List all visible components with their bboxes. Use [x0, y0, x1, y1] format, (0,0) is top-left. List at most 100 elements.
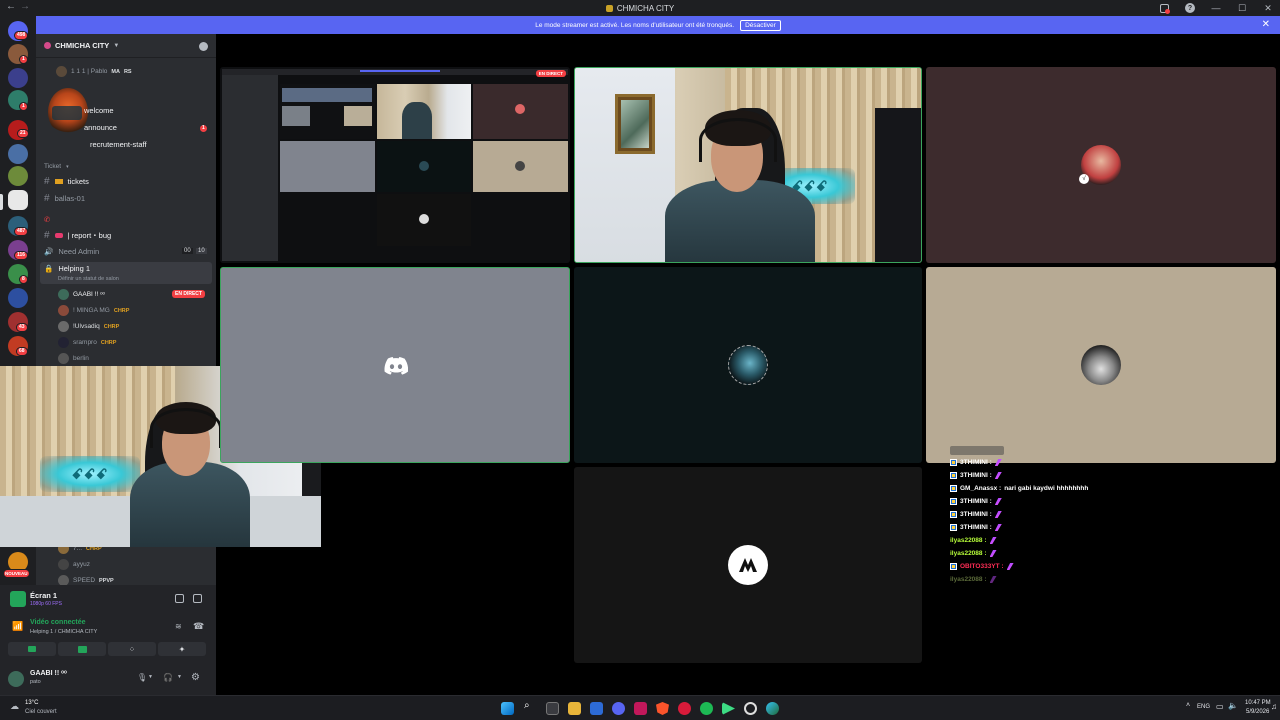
maximize-button[interactable]: ☐: [1236, 2, 1248, 14]
obs-icon[interactable]: [744, 702, 757, 715]
close-icon[interactable]: ✕: [1262, 19, 1270, 30]
discord-logo-icon: [384, 357, 408, 375]
store-icon[interactable]: [590, 702, 603, 715]
network-icon[interactable]: ▭: [1216, 702, 1224, 711]
add-user-icon[interactable]: [199, 42, 208, 51]
voice-user[interactable]: GAABI !! ᵒᵒ: [58, 289, 105, 300]
channel-welcome[interactable]: welcome: [84, 106, 114, 115]
discord-logo-tile[interactable]: [220, 267, 570, 463]
avatar: [58, 337, 69, 348]
opera-icon[interactable]: [678, 702, 691, 715]
voice-user[interactable]: !Ulvsadiq CHRP: [58, 321, 119, 332]
channel-report-bug[interactable]: # | report・bug: [44, 230, 111, 241]
server-icon[interactable]: [8, 144, 28, 164]
avatar-tile[interactable]: [574, 267, 922, 463]
play-icon[interactable]: [722, 702, 735, 715]
voice-user[interactable]: ayyuz: [58, 559, 90, 570]
back-arrow-icon[interactable]: ←: [6, 1, 16, 12]
chat-line: 3THIMINI :: [950, 498, 1002, 505]
close-window-button[interactable]: ✕: [1262, 2, 1274, 14]
search-icon[interactable]: ⌕: [524, 700, 537, 713]
clock-date[interactable]: 5/9/2026: [1246, 709, 1269, 715]
chat-line: ilyas22088 :: [950, 537, 997, 544]
channel-announce[interactable]: announce: [84, 123, 117, 132]
clock-time[interactable]: 10:47 PM: [1245, 700, 1271, 706]
server-badge: 1: [19, 55, 28, 64]
stop-stream-icon[interactable]: [193, 594, 202, 603]
screen-share-button[interactable]: [58, 642, 106, 656]
soundboard-button[interactable]: ✦: [158, 642, 206, 656]
folder-icon: [54, 179, 63, 184]
server-badge: 43: [16, 323, 28, 332]
task-view-icon[interactable]: [546, 702, 559, 715]
help-icon[interactable]: ?: [1184, 2, 1196, 14]
forward-arrow-icon[interactable]: →: [20, 1, 30, 12]
disconnect-icon[interactable]: ☎: [193, 621, 204, 632]
server-badge: 1: [19, 102, 28, 111]
channel-tickets[interactable]: # tickets: [44, 176, 89, 187]
chevron-down-icon[interactable]: ▼: [148, 674, 153, 680]
discord-icon[interactable]: [612, 702, 625, 715]
avatar-tile[interactable]: √: [926, 67, 1276, 263]
avatar[interactable]: [8, 671, 24, 687]
channel-status[interactable]: Définir un statut de salon: [58, 276, 119, 282]
disable-streamer-mode-button[interactable]: Désactiver: [740, 19, 781, 31]
chevron-down-icon[interactable]: ▼: [177, 674, 182, 680]
headphones-icon[interactable]: 🎧: [163, 673, 173, 682]
voice-user[interactable]: ! MINGA MG CHRP: [58, 305, 129, 316]
microphone-icon[interactable]: 🎙: [137, 673, 147, 682]
stream-settings-icon[interactable]: [175, 594, 184, 603]
person: [665, 108, 815, 262]
spotify-icon[interactable]: [700, 702, 713, 715]
chat-line: 3THIMINI :: [950, 459, 1002, 466]
voice-user[interactable]: srampro CHRP: [58, 337, 116, 348]
channel-ballas-01[interactable]: # ballas-01: [44, 193, 85, 204]
brave-icon[interactable]: [656, 702, 669, 715]
weather-temp[interactable]: 13°C: [25, 700, 38, 706]
streamer-mode-banner: Le mode streamer est activé. Les noms d'…: [36, 16, 1280, 34]
voice-user-top[interactable]: 1 1 1 | Pablo MA RS: [56, 66, 132, 77]
live-badge: EN DIRECT: [172, 290, 205, 298]
channel-recrutement-staff[interactable]: recrutement-staff: [90, 140, 147, 149]
neon-sign: ꗃꗃꗃ: [40, 456, 140, 492]
camera-button[interactable]: [8, 642, 56, 656]
sword-icon: [989, 550, 997, 557]
avatar-tile[interactable]: [926, 267, 1276, 463]
minimize-button[interactable]: —: [1210, 2, 1222, 14]
weather-icon[interactable]: ☁: [10, 701, 19, 712]
app-icon[interactable]: [634, 702, 647, 715]
server-badge: 8: [19, 275, 28, 284]
language-indicator[interactable]: ENG: [1197, 704, 1210, 710]
server-icon[interactable]: [8, 190, 28, 210]
server-icon[interactable]: [8, 288, 28, 308]
edge-icon[interactable]: [766, 702, 779, 715]
hash-icon: #: [44, 230, 50, 241]
server-header[interactable]: CHMICHA CITY ▼: [36, 34, 216, 58]
channel-need-admin[interactable]: 🔊 Need Admin: [44, 247, 99, 256]
channel-phone[interactable]: ✆: [44, 215, 50, 224]
weather-desc[interactable]: Ciel couvert: [25, 709, 57, 715]
noise-icon[interactable]: ≋: [175, 622, 182, 631]
voice-user[interactable]: berlin: [58, 353, 89, 364]
start-icon[interactable]: [501, 702, 514, 715]
webcam-tile-speaking[interactable]: ꗃꗃꗃ: [574, 67, 922, 263]
tray-chevron-icon[interactable]: ˄: [1186, 702, 1190, 709]
windows-taskbar: ☁ 13°C Ciel couvert ⌕ ˄ ENG ▭ 🔈 10:47 PM…: [0, 695, 1280, 720]
chat-line: 3THIMINI :: [950, 524, 1002, 531]
volume-icon[interactable]: 🔈: [1228, 701, 1238, 710]
sword-icon: [989, 537, 997, 544]
soundboard-icon: ✦: [178, 644, 186, 654]
file-explorer-icon[interactable]: [568, 702, 581, 715]
settings-gear-icon[interactable]: ⚙: [191, 672, 200, 683]
avatar-tile[interactable]: [574, 467, 922, 663]
notification-bell-icon[interactable]: ♫: [1271, 702, 1277, 711]
chat-line: 3THIMINI :: [950, 511, 1002, 518]
server-icon[interactable]: [8, 68, 28, 88]
activities-button[interactable]: ⁘: [108, 642, 156, 656]
channel-helping-1[interactable]: 🔒 Helping 1: [44, 264, 90, 273]
inbox-icon[interactable]: [1158, 2, 1170, 14]
badge-icon: [950, 511, 957, 518]
screen-share-tile[interactable]: EN DIRECT: [220, 67, 570, 263]
server-icon[interactable]: [8, 166, 28, 186]
category-ticket[interactable]: Ticket ▾: [44, 163, 69, 170]
